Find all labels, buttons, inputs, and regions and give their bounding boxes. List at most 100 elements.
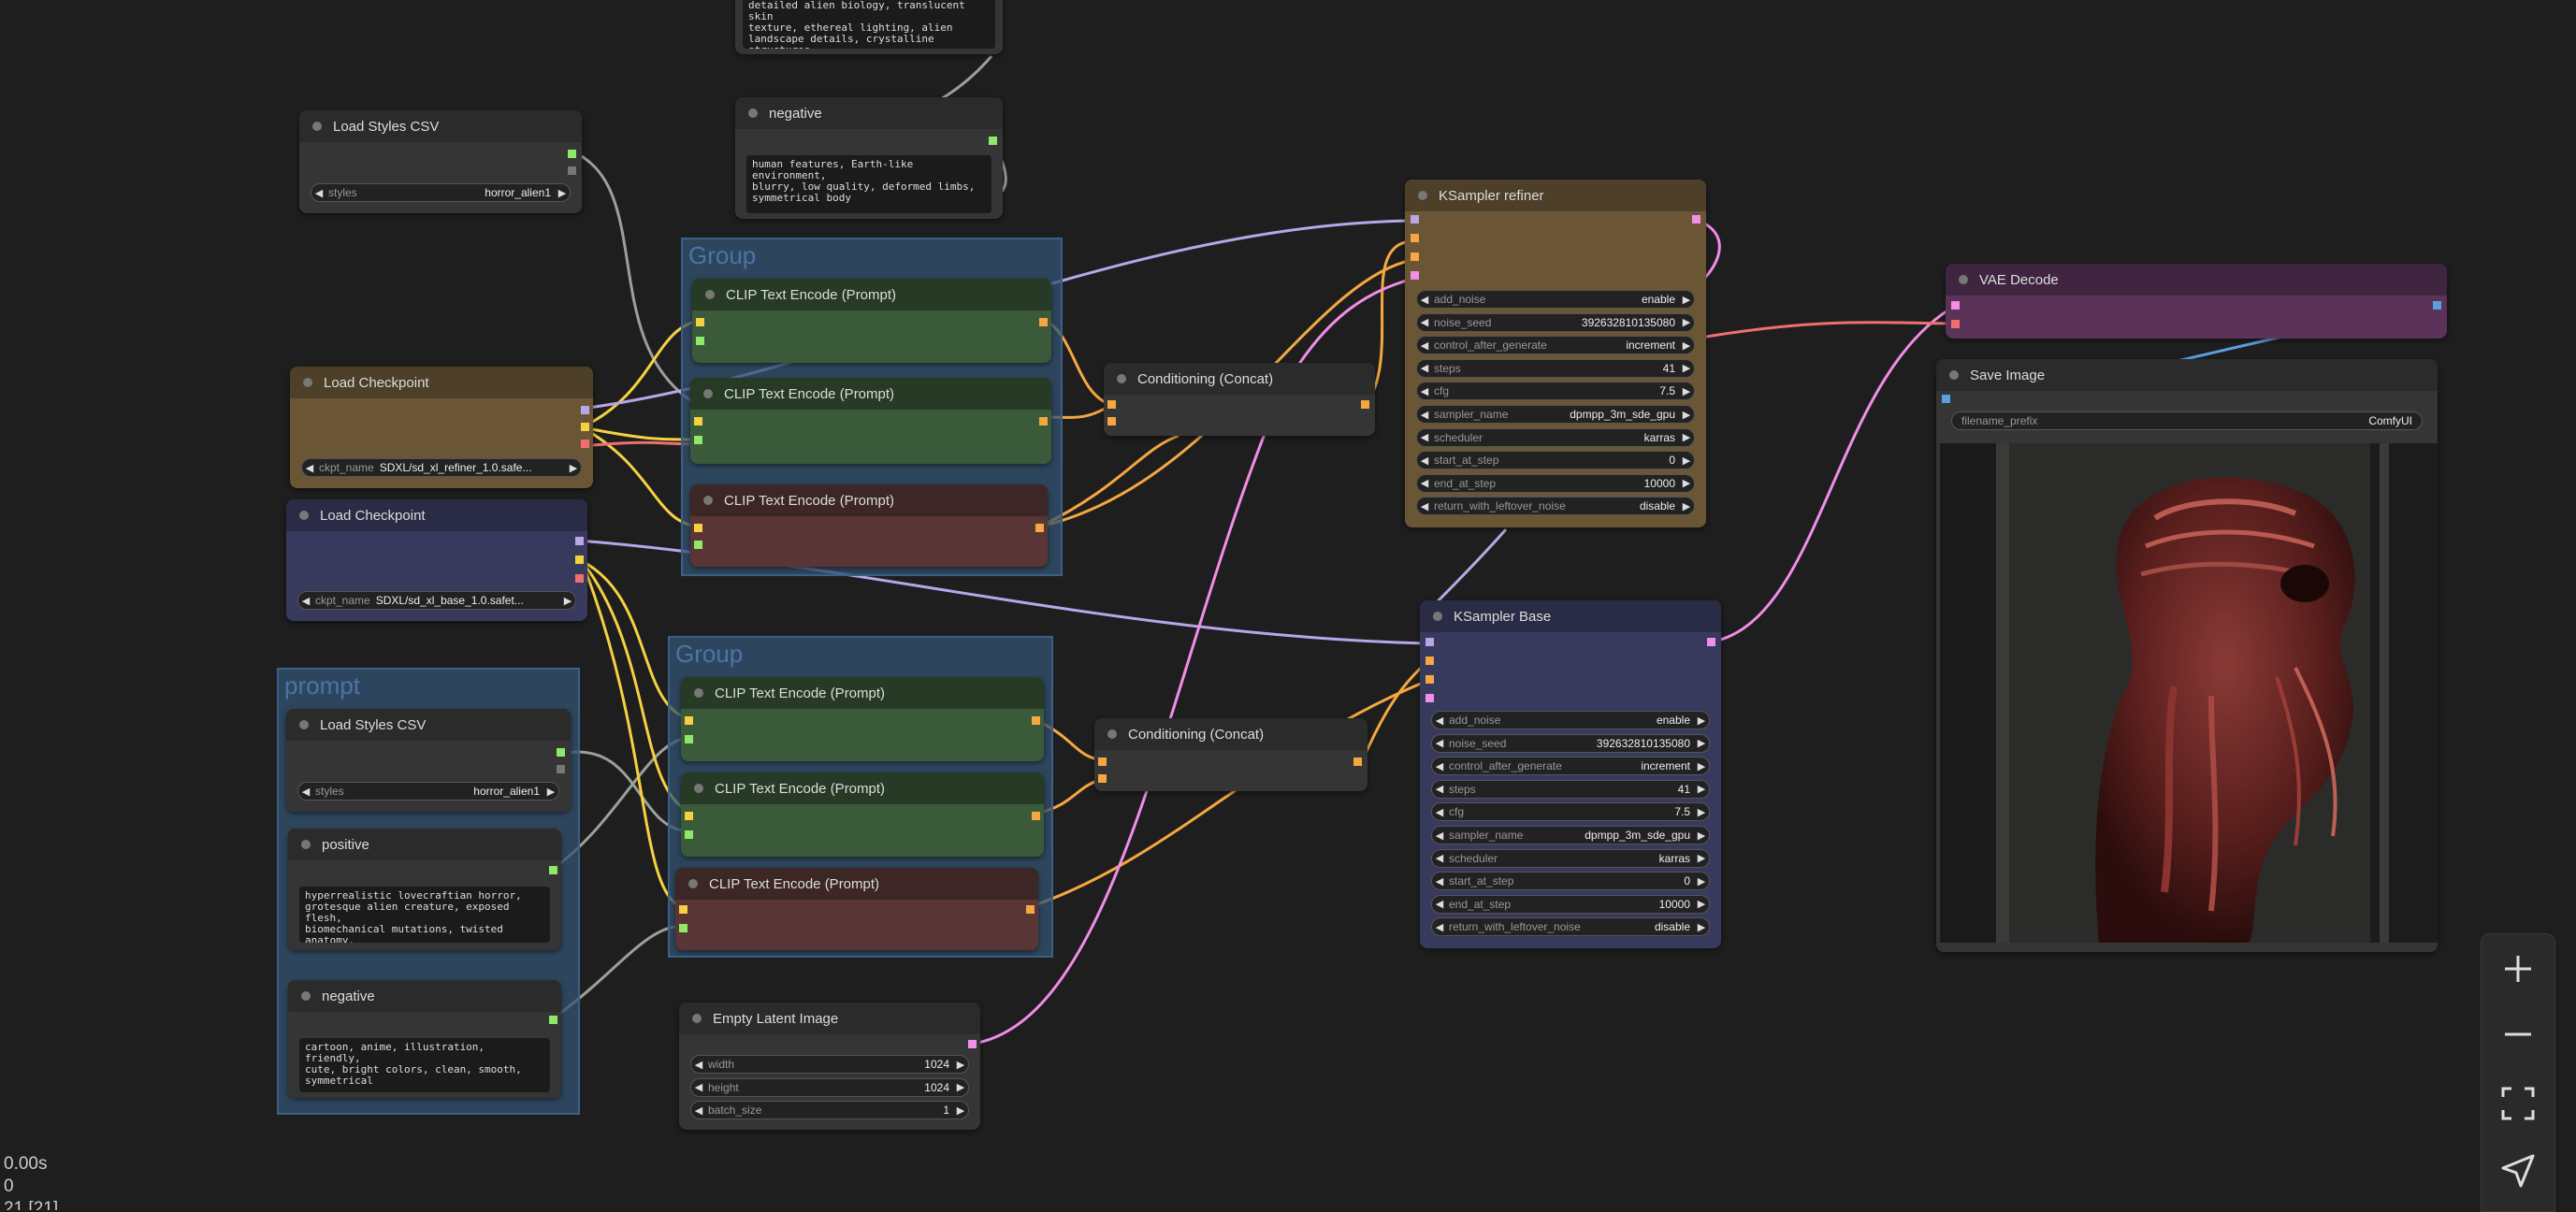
arrow-left-icon[interactable]: ◀ (298, 786, 313, 798)
conditioning-concat-bottom[interactable]: Conditioning (Concat) (1094, 718, 1368, 791)
collapse-dot-icon[interactable] (703, 496, 713, 505)
empty-latent-image[interactable]: Empty Latent Image ◀ width 1024 ▶ ◀ height 102… (679, 1003, 980, 1130)
output-port-vae[interactable] (581, 440, 589, 448)
output-port-conditioning[interactable] (1035, 524, 1044, 532)
input-port-latent[interactable] (1411, 271, 1419, 280)
node-canvas[interactable]: detailed alien biology, translucent skin… (0, 0, 2576, 1212)
input-port-model[interactable] (1411, 215, 1419, 224)
arrow-left-icon[interactable]: ◀ (1432, 714, 1447, 727)
node-header[interactable]: Load Styles CSV (286, 709, 571, 741)
node-header[interactable]: Load Checkpoint (290, 367, 593, 398)
node-header[interactable]: Conditioning (Concat) (1094, 718, 1368, 750)
arrow-left-icon[interactable]: ◀ (1417, 431, 1432, 443)
output-port-positive[interactable] (557, 748, 565, 757)
output-port-conditioning[interactable] (1032, 812, 1040, 820)
styles-combo[interactable]: ◀ styles horror_alien1 ▶ (297, 782, 559, 801)
load-checkpoint-base[interactable]: Load Checkpoint ◀ ckpt_name SDXL/sd_xl_b… (286, 499, 587, 621)
input-port-from[interactable] (1098, 774, 1107, 783)
input-port-clip[interactable] (685, 716, 693, 725)
node-header[interactable]: CLIP Text Encode (Prompt) (681, 772, 1044, 804)
collapse-dot-icon[interactable] (705, 290, 715, 299)
collapse-dot-icon[interactable] (303, 378, 312, 387)
arrow-right-icon[interactable]: ▶ (1679, 316, 1694, 328)
input-port-model[interactable] (1425, 638, 1434, 646)
output-port-positive[interactable] (568, 150, 576, 158)
output-port-negative[interactable] (557, 765, 565, 773)
arrow-left-icon[interactable]: ◀ (1417, 477, 1432, 489)
arrow-right-icon[interactable]: ▶ (1694, 852, 1709, 864)
node-header[interactable]: CLIP Text Encode (Prompt) (692, 279, 1051, 310)
input-port-text[interactable] (694, 541, 702, 549)
arrow-left-icon[interactable]: ◀ (691, 1104, 706, 1117)
positive-text[interactable]: hyperrealistic lovecraftian horror, grot… (299, 887, 550, 943)
zoom-in-button[interactable] (2482, 936, 2554, 1002)
arrow-right-icon[interactable]: ▶ (1694, 921, 1709, 933)
locate-button[interactable] (2482, 1138, 2554, 1204)
input-port-clip[interactable] (694, 524, 702, 532)
output-port-conditioning[interactable] (1032, 716, 1040, 725)
output-port-model[interactable] (575, 537, 584, 545)
collapse-dot-icon[interactable] (1433, 612, 1442, 621)
widget-sampler-name[interactable]: ◀ sampler_name dpmpp_3m_sde_gpu ▶ (1416, 405, 1695, 424)
widget-return-with-leftover-noise[interactable]: ◀ return_with_leftover_noise disable ▶ (1431, 917, 1710, 937)
node-header[interactable]: VAE Decode (1946, 264, 2447, 296)
arrow-left-icon[interactable]: ◀ (1432, 760, 1447, 772)
positive-prompt-node[interactable]: positive hyperrealistic lovecraftian hor… (288, 829, 561, 950)
node-header[interactable]: Save Image (1936, 359, 2438, 391)
arrow-left-icon[interactable]: ◀ (1432, 898, 1447, 910)
collapse-dot-icon[interactable] (692, 1014, 702, 1023)
output-port-string[interactable] (549, 866, 557, 874)
widget-cfg[interactable]: ◀ cfg 7.5 ▶ (1431, 802, 1710, 822)
widget-steps[interactable]: ◀ steps 41 ▶ (1416, 358, 1695, 378)
clip-encode-bottom-1[interactable]: CLIP Text Encode (Prompt) (681, 677, 1044, 761)
arrow-right-icon[interactable]: ▶ (1679, 362, 1694, 374)
input-port-clip[interactable] (694, 417, 702, 426)
node-header[interactable]: positive (288, 829, 561, 860)
load-checkpoint-refiner[interactable]: Load Checkpoint ◀ ckpt_name SDXL/sd_xl_r… (290, 367, 593, 488)
arrow-right-icon[interactable]: ▶ (1694, 760, 1709, 772)
collapse-dot-icon[interactable] (312, 122, 322, 131)
fit-view-button[interactable] (2482, 1071, 2554, 1136)
node-header[interactable]: KSampler refiner (1405, 180, 1706, 211)
widget-add-noise[interactable]: ◀ add_noise enable ▶ (1431, 711, 1710, 729)
output-port-latent[interactable] (1692, 215, 1700, 224)
widget-cfg[interactable]: ◀ cfg 7.5 ▶ (1416, 382, 1695, 401)
input-port-samples[interactable] (1951, 301, 1960, 310)
input-port-text[interactable] (679, 924, 687, 932)
input-port-text[interactable] (696, 337, 704, 345)
prompt-text-top[interactable]: detailed alien biology, translucent skin… (743, 0, 995, 49)
ckpt-name-combo[interactable]: ◀ ckpt_name SDXL/sd_xl_refiner_1.0.safe.… (301, 458, 582, 477)
output-port-negative[interactable] (568, 166, 576, 175)
arrow-left-icon[interactable]: ◀ (298, 595, 313, 607)
node-header[interactable]: CLIP Text Encode (Prompt) (690, 484, 1048, 516)
collapse-dot-icon[interactable] (299, 720, 309, 729)
ksampler-base[interactable]: KSampler Base ◀ add_noise enable ▶ ◀ noise_se… (1420, 600, 1721, 948)
widget-end-at-step[interactable]: ◀ end_at_step 10000 ▶ (1416, 473, 1695, 493)
clip-encode-top-1[interactable]: CLIP Text Encode (Prompt) (692, 279, 1051, 363)
arrow-right-icon[interactable]: ▶ (1679, 385, 1694, 397)
widget-noise-seed[interactable]: ◀ noise_seed 392632810135080 ▶ (1431, 733, 1710, 753)
arrow-right-icon[interactable]: ▶ (560, 595, 575, 607)
arrow-left-icon[interactable]: ◀ (1417, 339, 1432, 352)
output-port-model[interactable] (581, 406, 589, 414)
input-port-text[interactable] (685, 735, 693, 743)
output-port-clip[interactable] (575, 556, 584, 564)
collapse-dot-icon[interactable] (301, 840, 311, 849)
negative-prompt-node[interactable]: negative cartoon, anime, illustration, f… (288, 980, 561, 1098)
arrow-right-icon[interactable]: ▶ (555, 187, 570, 199)
node-header[interactable]: KSampler Base (1420, 600, 1721, 632)
collapse-dot-icon[interactable] (299, 511, 309, 520)
input-port-text[interactable] (685, 830, 693, 839)
arrow-left-icon[interactable]: ◀ (1432, 830, 1447, 842)
negative-node-top[interactable]: negative human features, Earth-like envi… (735, 97, 1003, 219)
arrow-left-icon[interactable]: ◀ (1432, 737, 1447, 749)
arrow-left-icon[interactable]: ◀ (1417, 385, 1432, 397)
collapse-dot-icon[interactable] (1418, 191, 1427, 200)
output-port-conditioning[interactable] (1361, 400, 1369, 409)
input-port-to[interactable] (1098, 758, 1107, 766)
input-port-latent[interactable] (1425, 694, 1434, 702)
output-port-image[interactable] (2433, 301, 2441, 310)
collapse-dot-icon[interactable] (1107, 729, 1117, 739)
arrow-right-icon[interactable]: ▶ (1694, 806, 1709, 818)
arrow-left-icon[interactable]: ◀ (1417, 454, 1432, 467)
